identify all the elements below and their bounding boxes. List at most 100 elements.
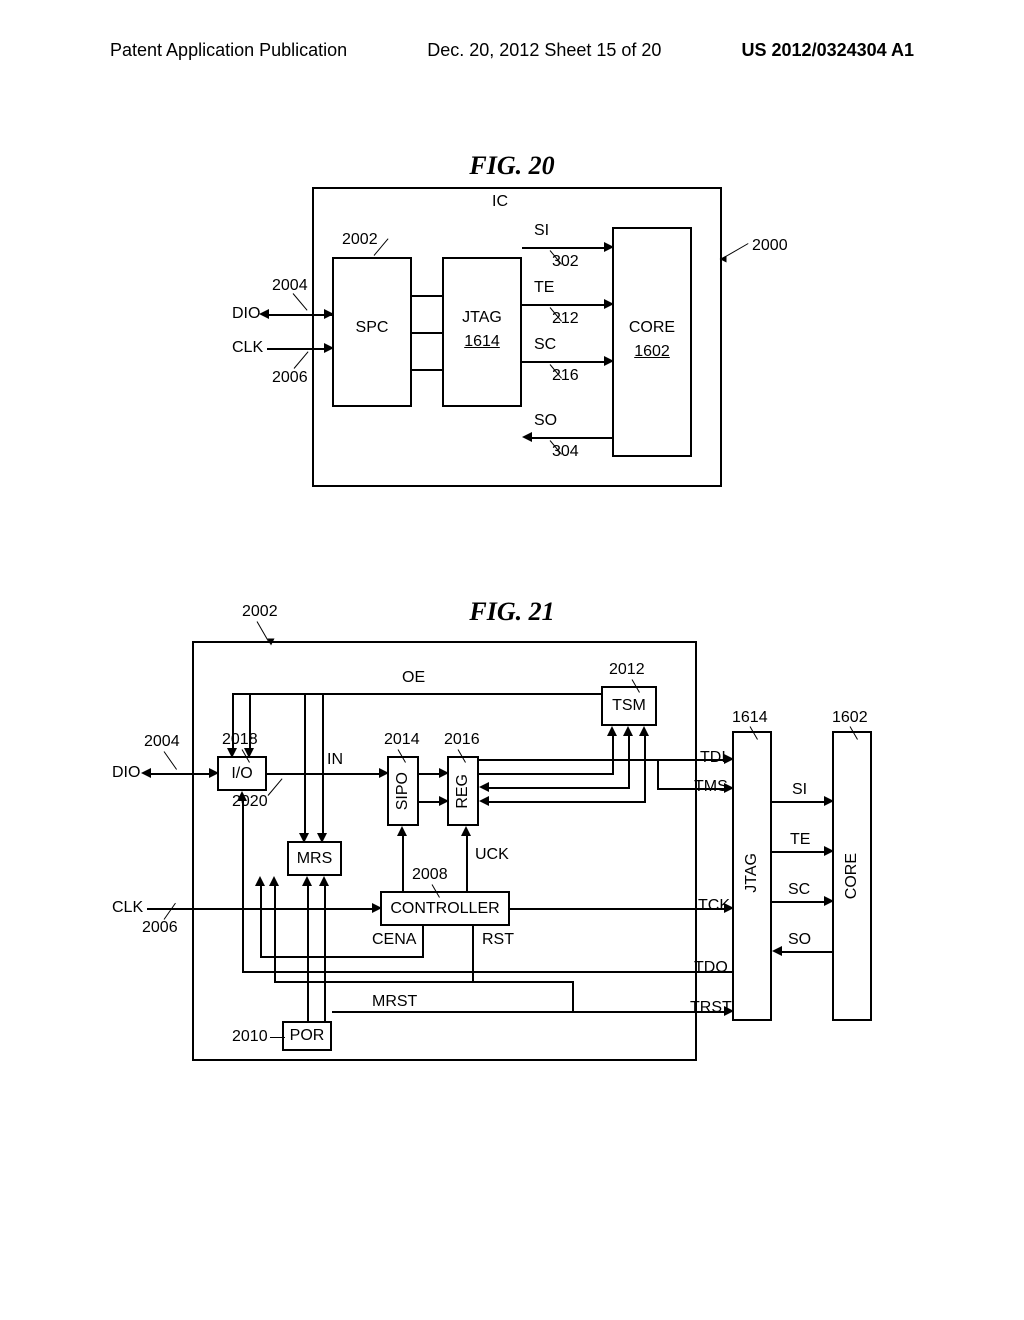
- te21-a: [824, 846, 834, 856]
- dio-ref21: 2004: [144, 733, 180, 751]
- so21-a: [772, 946, 782, 956]
- sipo-label: SIPO: [394, 772, 412, 810]
- in-arr: [379, 768, 389, 778]
- te21: TE: [790, 831, 810, 849]
- sj-l1: [412, 295, 442, 297]
- dio-label: DIO: [232, 305, 260, 323]
- ctl-sipo-v: [402, 834, 404, 891]
- tsm-ref: 2012: [609, 661, 645, 679]
- trst-label: TRST: [690, 999, 732, 1017]
- dio-arrl21: [141, 768, 151, 778]
- so21-l: [780, 951, 832, 953]
- pub-type: Patent Application Publication: [110, 40, 347, 61]
- cena-a: [255, 876, 265, 886]
- por-up1a: [302, 876, 312, 886]
- controller-ref: 2008: [412, 866, 448, 884]
- tdi-h: [479, 759, 725, 761]
- fig20-title: FIG. 20: [0, 151, 1024, 181]
- si21: SI: [792, 781, 807, 799]
- dio-arrr21: [209, 768, 219, 778]
- tdo-v: [242, 799, 244, 973]
- mrst-a2: [269, 876, 279, 886]
- reg-tsm-a3: [639, 726, 649, 736]
- sipo-ref: 2014: [384, 731, 420, 749]
- ic-label: IC: [492, 193, 508, 211]
- si21-a: [824, 796, 834, 806]
- oe-arr: [227, 748, 237, 758]
- te-label: TE: [534, 279, 554, 297]
- tsm-mrs1: [304, 693, 306, 833]
- dio-arrow-r: [324, 309, 334, 319]
- uck-label: UCK: [475, 846, 509, 864]
- sc-ref: 216: [552, 367, 579, 385]
- in-label: IN: [327, 751, 343, 769]
- tms-v: [657, 759, 659, 788]
- por-ref: 2010: [232, 1028, 268, 1046]
- outer-leader-ah: [268, 639, 275, 646]
- mrs-label: MRS: [297, 850, 333, 868]
- sc-label: SC: [534, 336, 556, 354]
- reg-box: REG: [447, 756, 479, 826]
- sr-l2: [419, 801, 439, 803]
- core-ref21: 1602: [832, 709, 868, 727]
- por-label: POR: [290, 1027, 325, 1045]
- dio-line21: [149, 773, 211, 775]
- so-label: SO: [534, 412, 557, 430]
- sr-a2: [439, 796, 449, 806]
- uck-a: [461, 826, 471, 836]
- tms-label: TMS: [694, 778, 728, 796]
- clk-leader: [294, 351, 309, 368]
- ic-ref: 2000: [752, 237, 788, 255]
- ctl-sipo-a: [397, 826, 407, 836]
- si-arr: [604, 242, 614, 252]
- rst-label: RST: [482, 931, 514, 949]
- por-up2a: [319, 876, 329, 886]
- reg-ref: 2016: [444, 731, 480, 749]
- dio-leader21: [164, 751, 177, 770]
- sc21-a: [824, 896, 834, 906]
- tdo-h: [242, 971, 732, 973]
- tck-label: TCK: [698, 897, 730, 915]
- controller-box: CONTROLLER: [380, 891, 510, 926]
- core-label21: CORE: [843, 853, 861, 899]
- por-box: POR: [282, 1021, 332, 1051]
- ic-leader-ah: [720, 256, 727, 263]
- reg-tsm-v1: [612, 734, 614, 773]
- trst-h: [332, 1011, 725, 1013]
- dio-ref: 2004: [272, 277, 308, 295]
- jtag-label: JTAG: [444, 309, 520, 327]
- oe-label: OE: [402, 669, 425, 687]
- reg-label: REG: [454, 774, 472, 809]
- mrst-label: MRST: [372, 993, 417, 1011]
- sr-a1: [439, 768, 449, 778]
- clk-arr21: [372, 903, 382, 913]
- core-box: CORE 1602: [612, 227, 692, 457]
- controller-label: CONTROLLER: [390, 900, 499, 918]
- mrs-box: MRS: [287, 841, 342, 876]
- tsm-mrs2a: [317, 833, 327, 843]
- io-ref: 2018: [222, 731, 258, 749]
- dio-leader: [293, 293, 308, 310]
- tsm-label: TSM: [612, 697, 646, 715]
- sj-l2: [412, 332, 442, 334]
- page-header: Patent Application Publication Dec. 20, …: [0, 0, 1024, 61]
- io-box: I/O: [217, 756, 267, 791]
- sj-l3: [412, 369, 442, 371]
- so-ref: 304: [552, 443, 579, 461]
- cena-v2: [260, 884, 262, 958]
- mrst-h: [274, 981, 574, 983]
- clk-leader21: [164, 903, 176, 920]
- tsm-mrs1a: [299, 833, 309, 843]
- pub-date-sheet: Dec. 20, 2012 Sheet 15 of 20: [427, 40, 661, 61]
- si-line: [522, 247, 604, 249]
- clk-ref: 2006: [272, 369, 308, 387]
- tck-h: [510, 908, 725, 910]
- clk-arrow: [324, 343, 334, 353]
- pub-number: US 2012/0324304 A1: [742, 40, 914, 61]
- so21: SO: [788, 931, 811, 949]
- so-arr: [522, 432, 532, 442]
- fig21-diagram: 2002 JTAG 1614 CORE 1602 TSM 2012 I/O 20…: [112, 601, 912, 1081]
- mrst-vr: [572, 981, 574, 1011]
- sc-line: [522, 361, 604, 363]
- tdo-a: [237, 791, 247, 801]
